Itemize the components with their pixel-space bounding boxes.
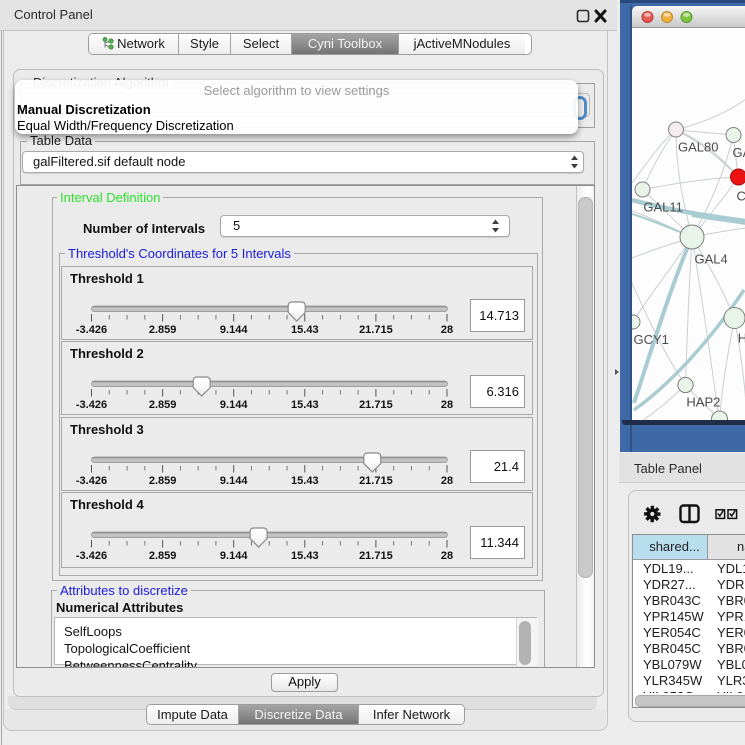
- svg-text:-3.426: -3.426: [76, 475, 107, 487]
- svg-text:-3.426: -3.426: [76, 550, 107, 562]
- svg-text:2.859: 2.859: [149, 399, 177, 411]
- svg-text:2.859: 2.859: [149, 550, 177, 562]
- svg-text:28: 28: [441, 324, 453, 336]
- svg-text:9.144: 9.144: [220, 550, 248, 562]
- svg-text:GCY1: GCY1: [634, 332, 669, 347]
- svg-text:9.144: 9.144: [220, 475, 248, 487]
- svg-text:2.859: 2.859: [149, 475, 177, 487]
- svg-text:CH: CH: [737, 189, 745, 204]
- svg-text:HAP2: HAP2: [686, 395, 720, 410]
- svg-text:28: 28: [441, 399, 453, 411]
- svg-text:21.715: 21.715: [359, 550, 393, 562]
- svg-text:HI: HI: [738, 331, 745, 346]
- svg-text:GAL4: GAL4: [695, 251, 728, 266]
- svg-text:9.144: 9.144: [220, 399, 248, 411]
- svg-text:15.43: 15.43: [291, 324, 319, 336]
- svg-text:GAL80: GAL80: [678, 140, 718, 155]
- svg-text:21.715: 21.715: [359, 475, 393, 487]
- svg-text:GAL11: GAL11: [643, 200, 683, 215]
- svg-text:21.715: 21.715: [359, 324, 393, 336]
- svg-text:15.43: 15.43: [291, 475, 319, 487]
- svg-text:2.859: 2.859: [149, 324, 177, 336]
- svg-text:28: 28: [441, 550, 453, 562]
- svg-text:15.43: 15.43: [291, 399, 319, 411]
- svg-text:28: 28: [441, 475, 453, 487]
- svg-text:-3.426: -3.426: [76, 324, 107, 336]
- svg-text:21.715: 21.715: [359, 399, 393, 411]
- svg-text:-3.426: -3.426: [76, 399, 107, 411]
- svg-text:9.144: 9.144: [220, 324, 248, 336]
- svg-text:15.43: 15.43: [291, 550, 319, 562]
- svg-text:GA: GA: [733, 145, 745, 160]
